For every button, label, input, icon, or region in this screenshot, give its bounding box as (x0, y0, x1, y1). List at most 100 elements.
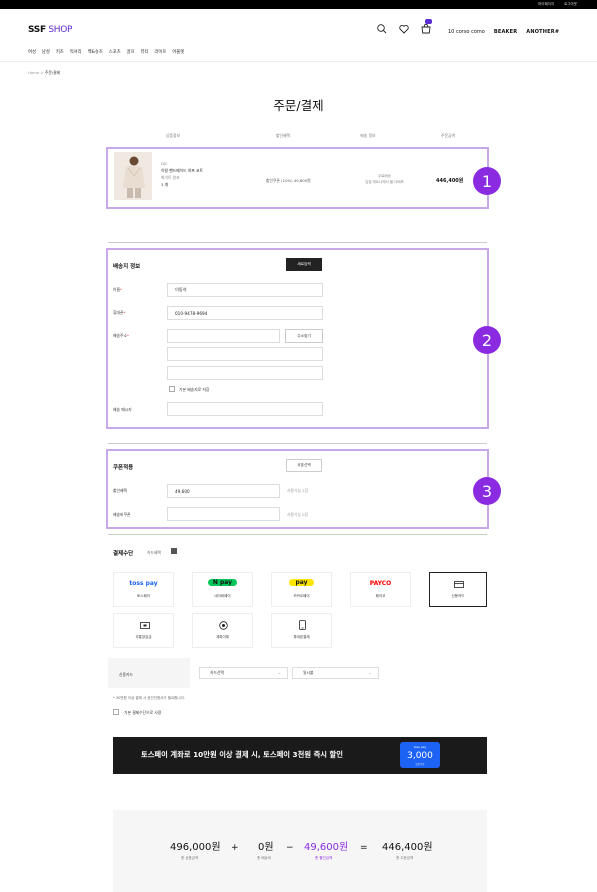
breadcrumb-separator: > (40, 70, 44, 75)
logo-light: SHOP (45, 25, 73, 35)
card-icon (454, 581, 464, 588)
col-discount: 할인혜택 (276, 133, 290, 138)
nav-item[interactable]: 럭셔리 (70, 49, 82, 55)
nav-item[interactable]: 뷰티 (141, 49, 149, 55)
product-image (114, 152, 152, 200)
product-thumbnail[interactable] (114, 152, 152, 200)
kakaopay-logo: pay (289, 579, 314, 586)
discount-coupon-field[interactable]: 49,600 (167, 484, 280, 498)
nav-item[interactable]: 골프 (127, 49, 135, 55)
pay-method-label: 휴대폰결제 (293, 635, 310, 639)
discount-benefit-label: 할인혜택 (113, 488, 127, 493)
coupon-caption: 할인쿠폰 (415, 763, 425, 766)
marker-2: 2 (473, 326, 501, 354)
required-mark: * (126, 333, 129, 338)
default-payment-checkbox[interactable] (113, 709, 119, 715)
pay-method-label: 계좌이체 (216, 635, 229, 639)
pay-method-payco[interactable]: PAYCO 페이코 (350, 572, 411, 607)
my-page-link[interactable]: 마이페이지 (538, 2, 554, 7)
product-discount: 할인쿠폰 (10%) 49,600원 (266, 178, 311, 183)
nav-item[interactable]: 백&슈즈 (88, 49, 103, 55)
nav-item[interactable]: 키즈 (56, 49, 64, 55)
pay-method-tosspay[interactable]: toss pay 토스페이 (113, 572, 174, 607)
product-total: 446,400원 (436, 178, 464, 184)
name-field[interactable]: 이동석 (167, 283, 323, 297)
nav-item[interactable]: 여성 (28, 49, 36, 55)
pay-method-transfer[interactable]: 계좌이체 (192, 613, 253, 648)
select-coupon-button[interactable]: 쿠폰선택 (286, 459, 322, 472)
chevron-down-icon: ⌄ (368, 670, 372, 675)
card-select-dropdown[interactable]: 카드선택 ⌄ (199, 667, 288, 679)
nav-item[interactable]: 남성 (42, 49, 50, 55)
page-title: 주문/결제 (273, 98, 324, 113)
new-address-button[interactable]: 새로입력 (286, 258, 322, 271)
installment-dropdown[interactable]: 일시불 ⌄ (292, 667, 379, 679)
header-icons (376, 23, 432, 35)
message-label: 배송 메시지 (113, 407, 132, 412)
logout-link[interactable]: 로그아웃 (564, 2, 577, 7)
name-label-text: 이름 (113, 287, 120, 292)
kakaopay-logo-wrap: pay (272, 579, 331, 586)
promo-coupon-graphic: toss pay 3,000 할인쿠폰 (400, 742, 440, 768)
category-nav: 여성 남성 키즈 럭셔리 백&슈즈 스포츠 골프 뷰티 라이프 아울렛 (28, 49, 184, 55)
section-divider (108, 242, 487, 243)
summary-product-total-label: 총 상품금액 (181, 856, 199, 860)
installment-value: 일시불 (303, 670, 314, 675)
product-name[interactable]: 이탈 핸드메이드 하프 코트 (161, 167, 203, 174)
save-default-address-checkbox[interactable] (169, 386, 175, 392)
pay-method-bank-deposit[interactable]: 무통장입금 (113, 613, 174, 648)
pay-method-credit-card[interactable]: 신용카드 (429, 572, 487, 607)
phone-label-text: 휴대폰 (113, 310, 124, 315)
pay-method-label: 카카오페이 (293, 594, 310, 598)
heart-icon[interactable] (398, 23, 410, 35)
shipping-coupon-field[interactable] (167, 507, 280, 521)
deposit-icon (140, 622, 150, 629)
naverpay-logo-wrap: N pay (193, 579, 252, 586)
pay-method-kakaopay[interactable]: pay 카카오페이 (271, 572, 332, 607)
col-product-info: 상품정보 (166, 133, 180, 138)
payco-logo: PAYCO (369, 580, 392, 587)
breadcrumb-home[interactable]: Home (28, 70, 39, 75)
header-divider (0, 61, 597, 62)
breadcrumb-current: 주문/결제 (44, 70, 61, 75)
marker-1: 1 (473, 167, 501, 195)
brand-links: 10 corso como BEAKER ANOTHER# (448, 29, 559, 35)
search-icon[interactable] (376, 23, 388, 35)
address-label: 배송주소* (113, 333, 129, 339)
find-address-button[interactable]: 주소찾기 (285, 329, 323, 343)
marker-3: 3 (473, 477, 501, 505)
pay-method-mobile[interactable]: 휴대폰결제 (271, 613, 332, 648)
naverpay-logo: N pay (207, 579, 238, 586)
summary-shipping: 0원 (258, 842, 274, 853)
section-divider (108, 443, 487, 444)
site-logo[interactable]: SSF SHOP (28, 25, 72, 35)
shipping-section-title: 배송지 정보 (113, 264, 141, 270)
brand-another[interactable]: ANOTHER# (526, 29, 559, 35)
address-detail-field[interactable] (167, 366, 323, 380)
summary-order-total: 446,400원 (382, 842, 433, 853)
pay-method-naverpay[interactable]: N pay 네이버페이 (192, 572, 253, 607)
cart-count-badge (425, 19, 432, 24)
shipping-coupon-available: 사용가능 0장 (287, 512, 309, 517)
nav-item[interactable]: 라이프 (154, 49, 166, 55)
col-order-amount: 주문금액 (441, 133, 455, 138)
brand-beaker[interactable]: BEAKER (494, 29, 517, 35)
cart-icon[interactable] (420, 23, 432, 35)
address-field[interactable] (167, 347, 323, 361)
site-header: SSF SHOP 10 corso como BEAKER ANOTHER# (0, 9, 597, 49)
pay-method-label: 무통장입금 (135, 635, 152, 639)
card-benefit-link[interactable]: 카드혜택 (147, 550, 161, 556)
nav-item[interactable]: 아울렛 (172, 49, 184, 55)
summary-plus: + (231, 843, 239, 853)
phone-field[interactable]: 010-9478-9694 (167, 306, 323, 320)
summary-discount: 49,600원 (304, 842, 349, 853)
required-mark: * (123, 310, 126, 315)
delivery-message-field[interactable] (167, 402, 323, 416)
card-benefit-info-icon[interactable] (171, 548, 177, 554)
summary-minus: − (286, 843, 294, 853)
zipcode-field[interactable] (167, 329, 280, 343)
card-select-value: 카드선택 (210, 670, 224, 675)
brand-10corsocomo[interactable]: 10 corso como (448, 29, 485, 35)
coupon-brand: toss pay (413, 745, 427, 749)
nav-item[interactable]: 스포츠 (109, 49, 121, 55)
